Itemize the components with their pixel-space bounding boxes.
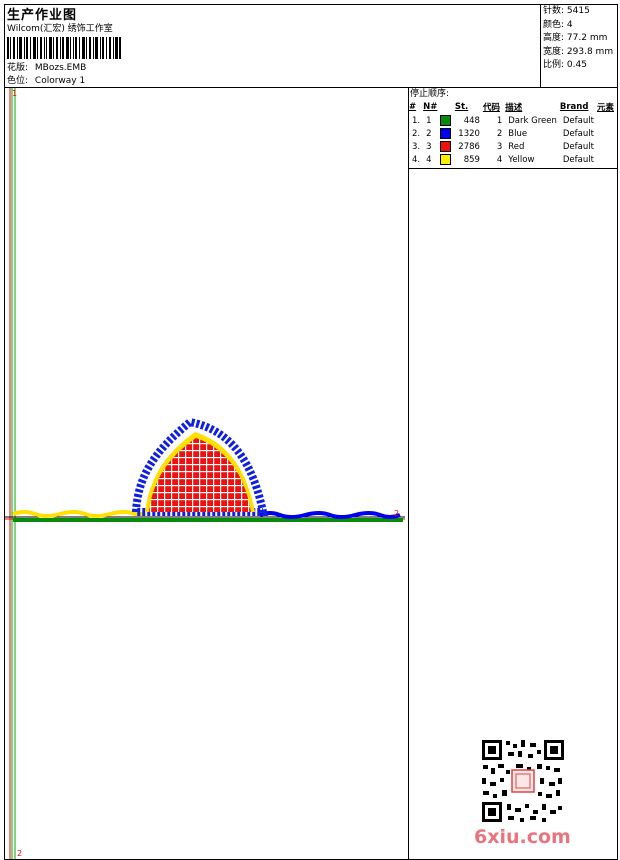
cell-n: 4 <box>423 153 455 166</box>
cell-element <box>597 140 617 153</box>
yellow-stitch-line <box>12 510 145 518</box>
cell-brand: Default <box>562 141 594 152</box>
cell-description: Dark Green <box>508 115 557 126</box>
cell-brand: Default <box>562 154 594 165</box>
page-title: 生产作业图 <box>7 8 78 23</box>
qr-center-logo <box>511 769 535 793</box>
design-row: 花版: MBozs.EMB <box>7 62 86 74</box>
cell-index: 1. <box>412 115 421 126</box>
colorway-row: 色位: Colorway 1 <box>7 75 85 87</box>
marker-top: 1 <box>12 89 17 98</box>
qr-code <box>480 738 566 824</box>
table-header-row: # N# St. 代码 描述 Brand 元素 <box>409 101 617 114</box>
colorway-label: 色位: <box>7 76 29 86</box>
cell-stitches: 859 <box>463 154 480 165</box>
color-swatch <box>440 128 452 139</box>
col-brand: Brand <box>559 102 589 112</box>
cell-n: 2 <box>423 127 455 140</box>
barcode <box>7 37 121 59</box>
col-st: St. <box>454 102 469 112</box>
cell-index: 2. <box>412 128 421 139</box>
cell-stitches: 1320 <box>458 128 480 139</box>
stat-stitches: 针数: 5415 <box>543 6 590 16</box>
cell-description: Yellow <box>508 154 535 165</box>
stop-sequence-title: 停止顺序: <box>410 89 450 99</box>
design-name: MBozs.EMB <box>34 63 87 73</box>
cell-stitches: 2786 <box>458 141 480 152</box>
cell-index: 3. <box>412 141 421 152</box>
table-row: 3. 3 2786 3 Red Default <box>409 140 617 153</box>
table-row: 2. 2 1320 2 Blue Default <box>409 127 617 140</box>
marker-right: 2 <box>394 509 399 518</box>
cell-stitches: 448 <box>463 115 480 126</box>
blue-stitch-line <box>259 511 401 519</box>
table-row: 1. 1 448 1 Dark Green Default <box>409 114 617 127</box>
marker-bottom: 2 <box>17 849 22 858</box>
cell-element <box>597 114 617 127</box>
col-n: N# <box>423 102 438 112</box>
company-name: Wilcom(汇宏) 绣饰工作室 <box>7 24 113 34</box>
col-desc: 描述 <box>505 103 523 113</box>
cell-code: 3 <box>496 141 503 152</box>
cell-code: 4 <box>496 154 503 165</box>
cell-description: Red <box>508 141 525 152</box>
color-swatch <box>440 115 452 126</box>
embroidery-preview: 1 2 2 <box>5 88 405 859</box>
cell-brand: Default <box>562 128 594 139</box>
cell-code: 2 <box>496 128 503 139</box>
col-element: 元素 <box>596 103 614 113</box>
cell-n: 1 <box>423 114 455 127</box>
cell-element <box>597 127 617 140</box>
cell-index: 4. <box>412 154 421 165</box>
color-swatch <box>440 154 452 165</box>
cell-n: 3 <box>423 140 455 153</box>
cell-element <box>597 153 617 166</box>
cell-brand: Default <box>562 115 594 126</box>
col-code: 代码 <box>482 103 500 113</box>
design-label: 花版: <box>7 63 29 73</box>
colorway-name: Colorway 1 <box>34 76 86 86</box>
stop-sequence-table: # N# St. 代码 描述 Brand 元素 1. 1 448 1 Dark Gre… <box>409 101 617 166</box>
col-hash: # <box>409 102 417 112</box>
cell-code: 1 <box>496 115 503 126</box>
cell-description: Blue <box>508 128 528 139</box>
table-row: 4. 4 859 4 Yellow Default <box>409 153 617 166</box>
color-swatch <box>440 141 452 152</box>
stat-width: 宽度: 293.8 mm <box>543 46 614 57</box>
watermark-text: 6xiu.com <box>474 826 571 848</box>
stats-list: 针数: 5415 颜色: 4 高度: 77.2 mm 宽度: 293.8 mm … <box>543 5 613 73</box>
stat-height: 高度: 77.2 mm <box>543 33 608 43</box>
stat-colors: 颜色: 4 <box>543 19 573 30</box>
stat-scale: 比例: 0.45 <box>543 60 587 70</box>
